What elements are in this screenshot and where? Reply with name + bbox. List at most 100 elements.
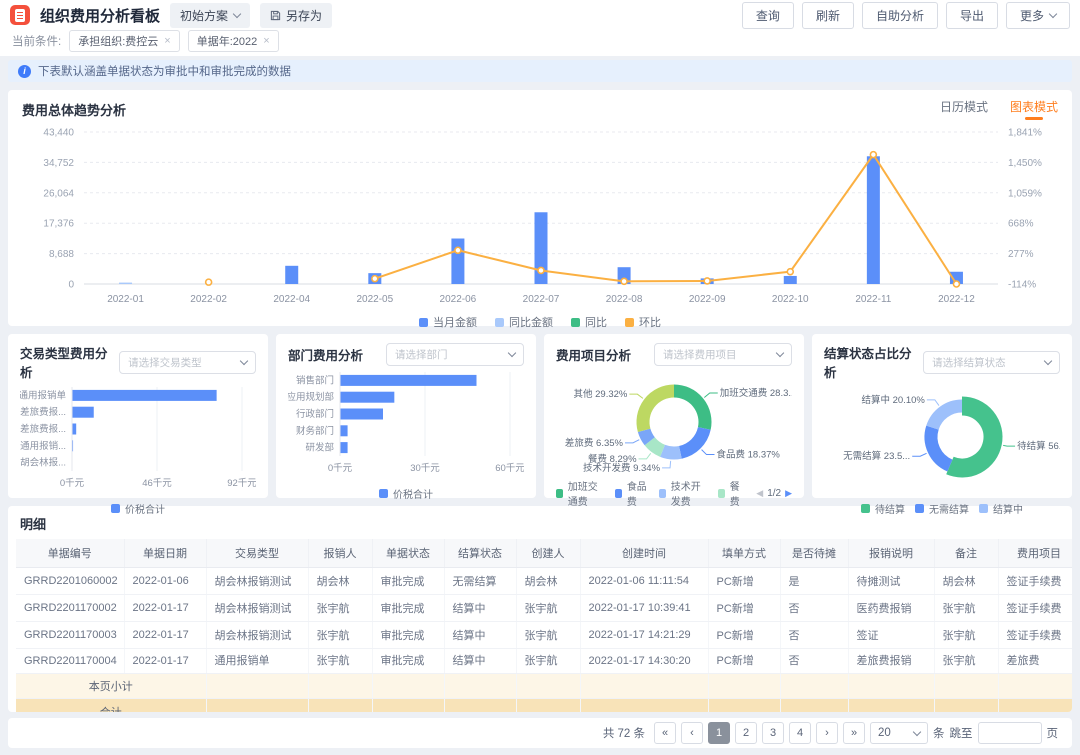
page-button-2[interactable]: 2 xyxy=(735,722,757,744)
svg-text:46千元: 46千元 xyxy=(142,478,172,489)
legend-item[interactable]: 同比金额 xyxy=(495,314,553,330)
table-cell: 审批完成 xyxy=(372,648,444,673)
department-select[interactable]: 请选择部门 xyxy=(386,343,524,366)
department-title: 部门费用分析 xyxy=(288,345,363,364)
table-cell: 否 xyxy=(780,594,848,621)
legend-item[interactable]: 价税合计 xyxy=(379,486,433,501)
table-cell: 待摊测试 xyxy=(848,567,934,594)
table-cell xyxy=(444,673,516,698)
jump-page-input[interactable] xyxy=(978,722,1042,744)
page-button-3[interactable]: 3 xyxy=(762,722,784,744)
save-icon xyxy=(270,10,281,21)
legend-item[interactable]: 待结算 xyxy=(861,501,905,516)
expense-item-select[interactable]: 请选择费用项目 xyxy=(654,343,792,366)
table-cell: 张宇航 xyxy=(934,594,998,621)
legend-label: 价税合计 xyxy=(393,486,433,501)
txn-type-placeholder: 请选择交易类型 xyxy=(128,355,202,370)
column-header: 单据编号 xyxy=(16,539,124,567)
table-cell: 签证手续费 xyxy=(998,567,1072,594)
subtotal-label: 本页小计 xyxy=(16,673,206,698)
tab-calendar-mode[interactable]: 日历模式 xyxy=(940,98,988,120)
page-button-4[interactable]: 4 xyxy=(789,722,811,744)
close-icon[interactable]: × xyxy=(164,35,170,47)
department-placeholder: 请选择部门 xyxy=(395,347,448,362)
table-cell xyxy=(580,698,708,712)
settle-status-select[interactable]: 请选择结算状态 xyxy=(923,351,1060,374)
prev-page-button[interactable]: ‹ xyxy=(681,722,703,744)
legend-item[interactable]: 当月金额 xyxy=(419,314,477,330)
legend-label: 价税合计 xyxy=(125,501,165,516)
legend-item[interactable]: 结算中 xyxy=(979,501,1023,516)
legend-swatch xyxy=(111,504,120,513)
txn-type-select[interactable]: 请选择交易类型 xyxy=(119,351,256,374)
filter-tag-year: 单据年:2022 × xyxy=(188,30,279,52)
expense-item-legend: 加班交通费食品费技术开发费餐费◀1/2▶ xyxy=(556,485,792,501)
legend-item[interactable]: 无需结算 xyxy=(915,501,969,516)
tab-chart-mode[interactable]: 图表模式 xyxy=(1010,98,1058,120)
svg-text:26,064: 26,064 xyxy=(43,188,74,199)
pager-prev-icon[interactable]: ◀ xyxy=(756,488,763,499)
scheme-dropdown[interactable]: 初始方案 xyxy=(170,3,250,28)
close-icon[interactable]: × xyxy=(263,35,269,47)
self-analysis-button[interactable]: 自助分析 xyxy=(862,2,938,29)
table-row: GRRD22011700022022-01-17胡会林报销测试张宇航审批完成结算… xyxy=(16,594,1072,621)
table-row: GRRD22011700042022-01-17通用报销单张宇航审批完成结算中张… xyxy=(16,648,1072,673)
table-cell: 张宇航 xyxy=(308,648,372,673)
save-as-button[interactable]: 另存为 xyxy=(260,3,332,28)
table-row: GRRD22011700032022-01-17胡会林报销测试张宇航审批完成结算… xyxy=(16,621,1072,648)
trend-panel: 费用总体趋势分析 日历模式 图表模式 43,4401,841%34,7521,4… xyxy=(8,90,1072,326)
svg-text:34,752: 34,752 xyxy=(43,158,74,169)
legend-swatch xyxy=(659,489,666,498)
top-block: 组织费用分析看板 初始方案 另存为 查询 刷新 自助分析 导出 更多 xyxy=(0,0,1080,56)
column-header: 结算状态 xyxy=(444,539,516,567)
table-cell xyxy=(848,698,934,712)
svg-text:2022-02: 2022-02 xyxy=(190,294,227,305)
legend-swatch xyxy=(979,504,988,513)
trend-title: 费用总体趋势分析 xyxy=(22,100,126,119)
svg-text:加班交通费 28.3...: 加班交通费 28.3... xyxy=(720,387,792,399)
table-cell: 差旅费 xyxy=(998,648,1072,673)
svg-text:277%: 277% xyxy=(1008,249,1034,260)
scheme-label: 初始方案 xyxy=(180,7,228,24)
more-dropdown[interactable]: 更多 xyxy=(1006,2,1070,29)
pager-next-icon[interactable]: ▶ xyxy=(785,488,792,499)
info-banner-text: 下表默认涵盖单据状态为审批中和审批完成的数据 xyxy=(38,63,291,79)
table-cell: 2022-01-17 14:21:29 xyxy=(580,621,708,648)
table-cell: 2022-01-17 xyxy=(124,621,206,648)
legend-item[interactable]: 加班交通费 xyxy=(556,478,605,508)
legend-label: 环比 xyxy=(639,314,661,330)
top-bar: 组织费用分析看板 初始方案 另存为 查询 刷新 自助分析 导出 更多 xyxy=(0,0,1080,30)
table-cell: 胡会林 xyxy=(516,567,580,594)
svg-text:2022-05: 2022-05 xyxy=(356,294,393,305)
refresh-button[interactable]: 刷新 xyxy=(802,2,854,29)
svg-text:无需结算 23.5...: 无需结算 23.5... xyxy=(843,450,910,462)
table-cell: 是 xyxy=(780,567,848,594)
legend-item[interactable]: 技术开发费 xyxy=(659,478,708,508)
last-page-button[interactable]: » xyxy=(843,722,865,744)
query-button[interactable]: 查询 xyxy=(742,2,794,29)
chevron-down-icon xyxy=(233,9,241,17)
next-page-button[interactable]: › xyxy=(816,722,838,744)
chevron-down-icon xyxy=(1049,9,1057,17)
table-cell: 胡会林报销测试 xyxy=(206,594,308,621)
legend-item[interactable]: 食品费 xyxy=(615,478,649,508)
legend-item[interactable]: 环比 xyxy=(625,314,661,330)
legend-item[interactable]: 同比 xyxy=(571,314,607,330)
table-cell: 张宇航 xyxy=(934,648,998,673)
table-cell: 否 xyxy=(780,648,848,673)
legend-item[interactable]: 价税合计 xyxy=(111,501,165,516)
table-cell xyxy=(372,698,444,712)
svg-text:2022-11: 2022-11 xyxy=(855,294,891,305)
legend-item[interactable]: 餐费 xyxy=(718,478,744,508)
export-button[interactable]: 导出 xyxy=(946,2,998,29)
page-size-select[interactable]: 20 xyxy=(870,722,928,744)
table-cell: 胡会林报销测试 xyxy=(206,567,308,594)
more-label: 更多 xyxy=(1020,7,1044,24)
svg-text:0: 0 xyxy=(68,280,74,291)
first-page-button[interactable]: « xyxy=(654,722,676,744)
legend-swatch xyxy=(625,318,634,327)
page-button-1[interactable]: 1 xyxy=(708,722,730,744)
svg-text:差旅费报...: 差旅费报... xyxy=(20,406,66,418)
table-cell xyxy=(780,698,848,712)
total-label: 合计 xyxy=(16,698,206,712)
